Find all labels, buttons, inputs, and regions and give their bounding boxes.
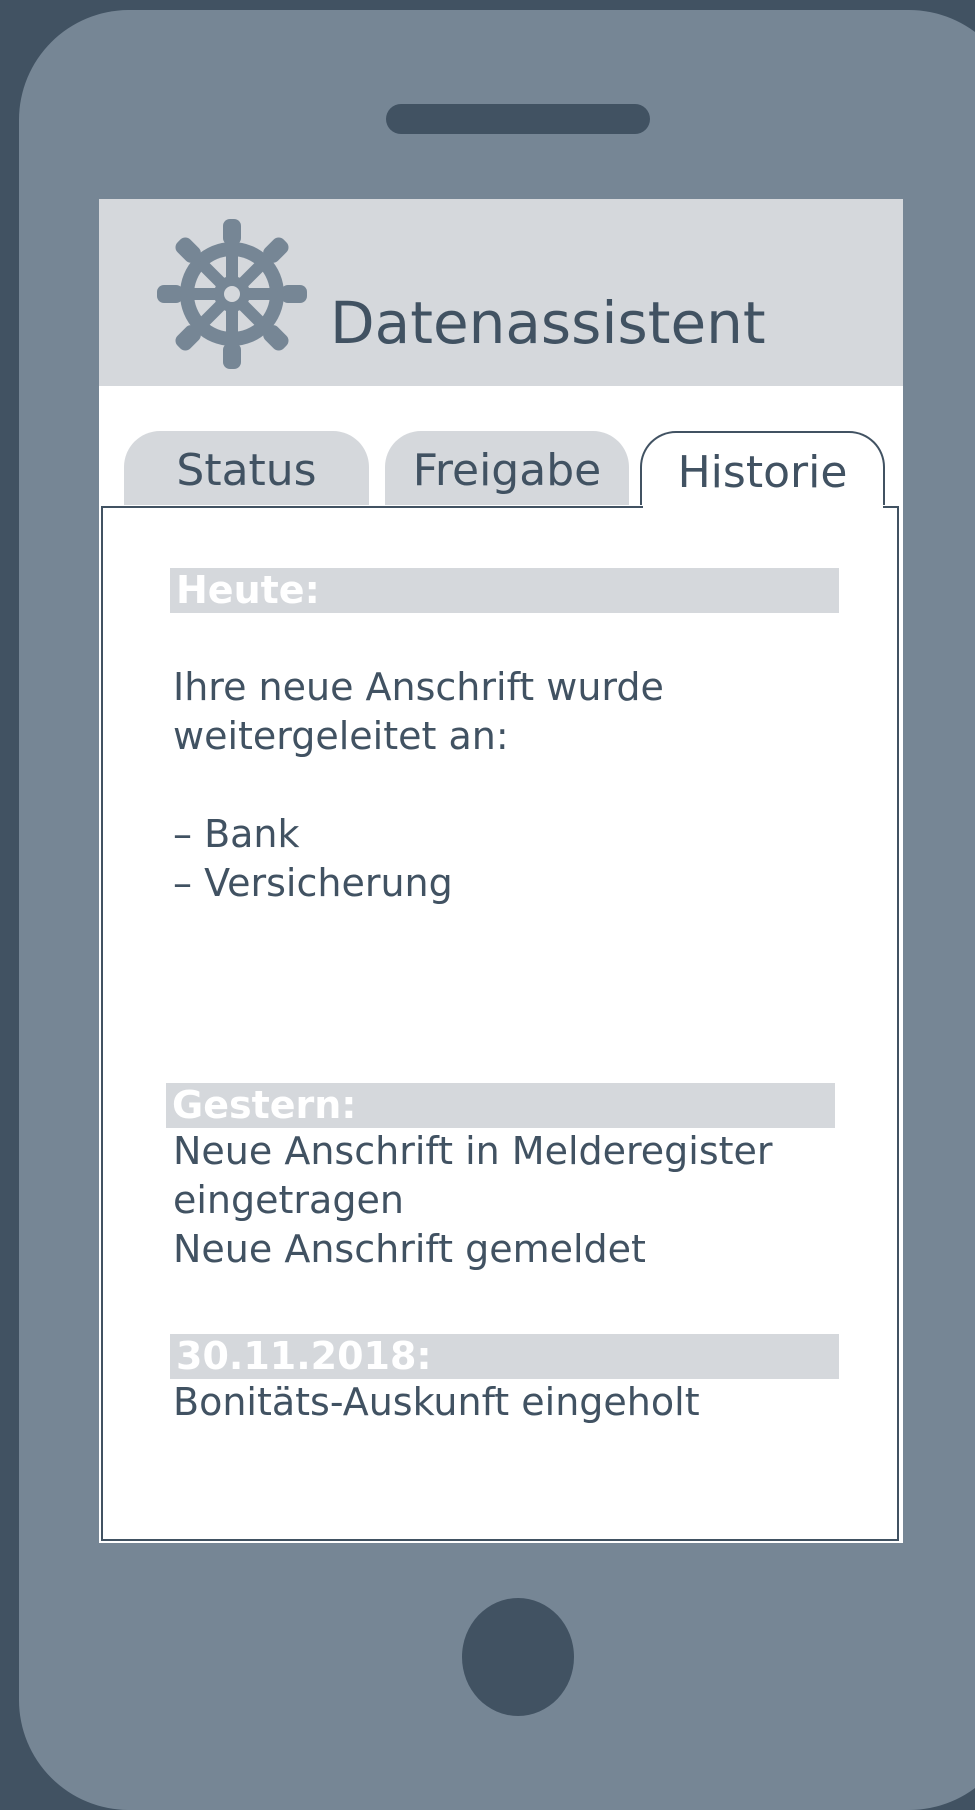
history-line: eingetragen [173, 1178, 404, 1222]
history-line: – Bank [173, 812, 300, 856]
history-line: Neue Anschrift gemeldet [173, 1227, 646, 1271]
history-line-spacer [173, 761, 664, 810]
tab-status[interactable]: Status [124, 431, 369, 505]
app-screen: Datenassistent Status Freigabe Historie … [99, 199, 903, 1543]
history-entry-yesterday: Neue Anschrift in Melderegister eingetra… [173, 1127, 773, 1274]
history-line: Ihre neue Anschrift wurde [173, 665, 664, 709]
history-line: Neue Anschrift in Melderegister [173, 1129, 773, 1173]
app-header: Datenassistent [99, 199, 903, 386]
tab-historie[interactable]: Historie [640, 431, 885, 505]
history-entry-date: Bonitäts-Auskunft eingeholt [173, 1378, 700, 1427]
history-line: weitergeleitet an: [173, 714, 509, 758]
gear-icon [157, 219, 307, 369]
section-header-today: Heute: [170, 568, 839, 613]
history-line: – Versicherung [173, 861, 453, 905]
history-line: Bonitäts-Auskunft eingeholt [173, 1380, 700, 1424]
tab-panel-join [643, 504, 883, 510]
home-button[interactable] [462, 1598, 574, 1716]
app-title: Datenassistent [330, 289, 766, 357]
speaker-slot [386, 104, 650, 134]
section-header-date: 30.11.2018: [170, 1334, 839, 1379]
history-entry-today: Ihre neue Anschrift wurde weitergeleitet… [173, 663, 664, 908]
section-header-yesterday: Gestern: [166, 1083, 835, 1128]
tab-freigabe[interactable]: Freigabe [385, 431, 629, 505]
